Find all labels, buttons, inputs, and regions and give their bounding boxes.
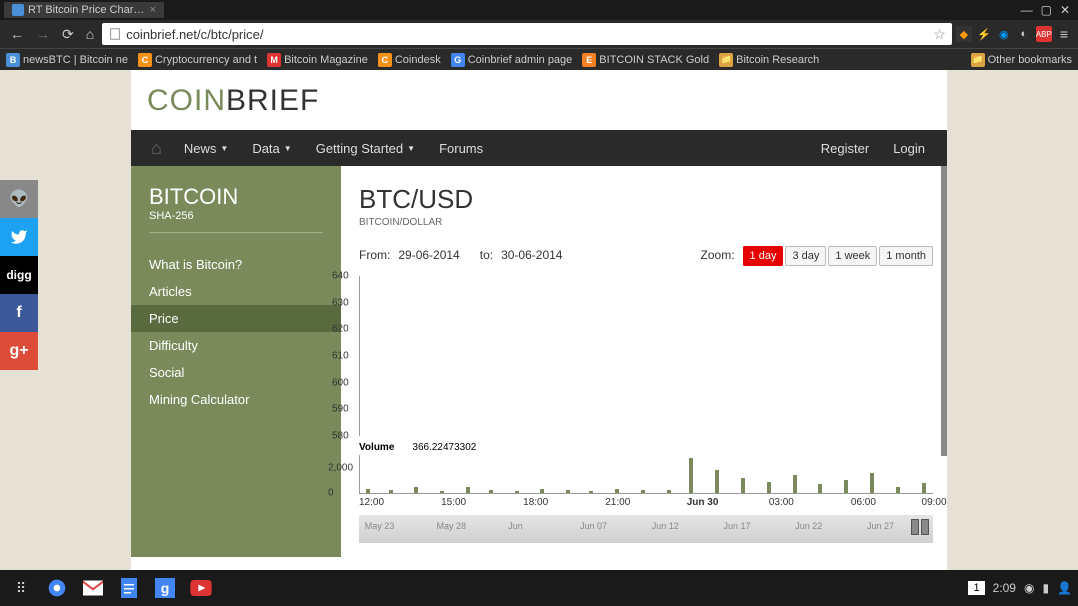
window-minimize-icon[interactable]: — bbox=[1021, 3, 1033, 17]
nav-login[interactable]: Login bbox=[881, 130, 937, 166]
site-logo[interactable]: COINBRIEF bbox=[147, 84, 319, 117]
taskbar-apps-icon[interactable]: ⠿ bbox=[6, 574, 36, 602]
zoom-label: Zoom: bbox=[701, 248, 735, 262]
tray-user-icon[interactable]: 👤 bbox=[1057, 581, 1072, 595]
sidebar-item-articles[interactable]: Articles bbox=[131, 278, 341, 305]
other-bookmarks[interactable]: 📁 Other bookmarks bbox=[971, 53, 1072, 67]
to-date[interactable]: 30-06-2014 bbox=[501, 248, 562, 262]
taskbar-docs-icon[interactable] bbox=[114, 574, 144, 602]
tray-time: 2:09 bbox=[993, 581, 1016, 595]
zoom-1-day[interactable]: 1 day bbox=[743, 246, 784, 266]
sidebar-title: BITCOIN bbox=[131, 184, 341, 210]
address-bar[interactable]: coinbrief.net/c/btc/price/ ☆ bbox=[102, 23, 952, 45]
share-gplus-icon[interactable]: g+ bbox=[0, 332, 38, 370]
tray-count[interactable]: 1 bbox=[968, 581, 984, 595]
bookmark-5[interactable]: EBITCOIN STACK Gold bbox=[582, 53, 709, 67]
zoom-1-month[interactable]: 1 month bbox=[879, 246, 933, 266]
share-digg-icon[interactable]: digg bbox=[0, 256, 38, 294]
sidebar-item-what-is-bitcoin-[interactable]: What is Bitcoin? bbox=[131, 251, 341, 278]
bookmark-0[interactable]: BnewsBTC | Bitcoin ne bbox=[6, 53, 128, 67]
window-maximize-icon[interactable]: ▢ bbox=[1041, 3, 1052, 17]
ticker-title: BTC/USD bbox=[359, 184, 933, 215]
window-close-icon[interactable]: ✕ bbox=[1060, 3, 1070, 17]
nav-forward-icon[interactable]: → bbox=[32, 24, 54, 44]
browser-tab[interactable]: RT Bitcoin Price Charts v × bbox=[4, 2, 164, 18]
nav-getting-started[interactable]: Getting Started ▼ bbox=[304, 130, 427, 166]
tab-close-icon[interactable]: × bbox=[150, 4, 156, 16]
sidebar-item-difficulty[interactable]: Difficulty bbox=[131, 332, 341, 359]
ext-icon-2[interactable]: ⚡ bbox=[976, 26, 992, 42]
zoom-1-week[interactable]: 1 week bbox=[828, 246, 877, 266]
chart-xaxis: 12:0015:0018:0021:00Jun 3003:0006:0009:0… bbox=[359, 493, 933, 511]
chrome-menu-icon[interactable]: ≡ bbox=[1056, 24, 1072, 44]
tab-title: RT Bitcoin Price Charts v bbox=[28, 4, 146, 16]
tray-battery-icon[interactable]: ▮ bbox=[1042, 581, 1049, 595]
from-date[interactable]: 29-06-2014 bbox=[398, 248, 459, 262]
share-reddit-icon[interactable]: 👽 bbox=[0, 180, 38, 218]
nav-data[interactable]: Data ▼ bbox=[240, 130, 303, 166]
ext-icon-1[interactable]: ◆ bbox=[956, 26, 972, 42]
sidebar-subtitle: SHA-256 bbox=[149, 210, 323, 233]
nav-reload-icon[interactable]: ⟳ bbox=[58, 24, 78, 45]
share-facebook-icon[interactable]: f bbox=[0, 294, 38, 332]
share-twitter-icon[interactable] bbox=[0, 218, 38, 256]
bookmark-1[interactable]: CCryptocurrency and t bbox=[138, 53, 257, 67]
to-label: to: bbox=[480, 248, 493, 262]
nav-home[interactable]: ⌂ bbox=[141, 138, 172, 159]
zoom-3-day[interactable]: 3 day bbox=[785, 246, 826, 266]
sidebar-item-social[interactable]: Social bbox=[131, 359, 341, 386]
nav-home-icon[interactable]: ⌂ bbox=[82, 24, 98, 44]
ticker-pair: BITCOIN/DOLLAR bbox=[359, 217, 933, 228]
volume-value: 366.22473302 bbox=[412, 442, 476, 453]
bookmark-star-icon[interactable]: ☆ bbox=[933, 26, 946, 43]
volume-chart[interactable]: 02,000 bbox=[359, 455, 933, 493]
chart-navigator[interactable]: May 23May 28JunJun 07Jun 12Jun 17Jun 22J… bbox=[359, 515, 933, 543]
sidebar-item-price[interactable]: Price bbox=[131, 305, 341, 332]
ext-icon-3[interactable]: ◉ bbox=[996, 26, 1012, 42]
tray-wifi-icon[interactable]: ◉ bbox=[1024, 581, 1034, 595]
sidebar-item-mining-calculator[interactable]: Mining Calculator bbox=[131, 386, 341, 413]
taskbar-google-icon[interactable]: g bbox=[150, 574, 180, 602]
page-icon bbox=[108, 27, 122, 41]
other-bookmarks-label: Other bookmarks bbox=[988, 54, 1072, 66]
url-text: coinbrief.net/c/btc/price/ bbox=[126, 27, 933, 42]
nav-forums[interactable]: Forums bbox=[427, 130, 495, 166]
navigator-handle-right-icon[interactable] bbox=[921, 519, 929, 535]
content-scrollbar[interactable] bbox=[941, 166, 947, 456]
bookmark-4[interactable]: GCoinbrief admin page bbox=[451, 53, 573, 67]
tab-favicon-icon bbox=[12, 4, 24, 16]
ext-icon-4[interactable]: ◐ bbox=[1016, 26, 1032, 42]
ext-adblock-icon[interactable]: ABP bbox=[1036, 26, 1052, 42]
from-label: From: bbox=[359, 248, 390, 262]
bookmark-3[interactable]: CCoindesk bbox=[378, 53, 441, 67]
bookmark-6[interactable]: 📁Bitcoin Research bbox=[719, 53, 819, 67]
price-chart[interactable]: 580590600610620630640 bbox=[359, 276, 933, 436]
nav-news[interactable]: News ▼ bbox=[172, 130, 240, 166]
taskbar-chrome-icon[interactable] bbox=[42, 574, 72, 602]
volume-label: Volume bbox=[359, 442, 394, 453]
nav-register[interactable]: Register bbox=[809, 130, 881, 166]
taskbar-gmail-icon[interactable] bbox=[78, 574, 108, 602]
navigator-handle-left-icon[interactable] bbox=[911, 519, 919, 535]
bookmark-2[interactable]: MBitcoin Magazine bbox=[267, 53, 368, 67]
taskbar-youtube-icon[interactable] bbox=[186, 574, 216, 602]
nav-back-icon[interactable]: ← bbox=[6, 24, 28, 44]
